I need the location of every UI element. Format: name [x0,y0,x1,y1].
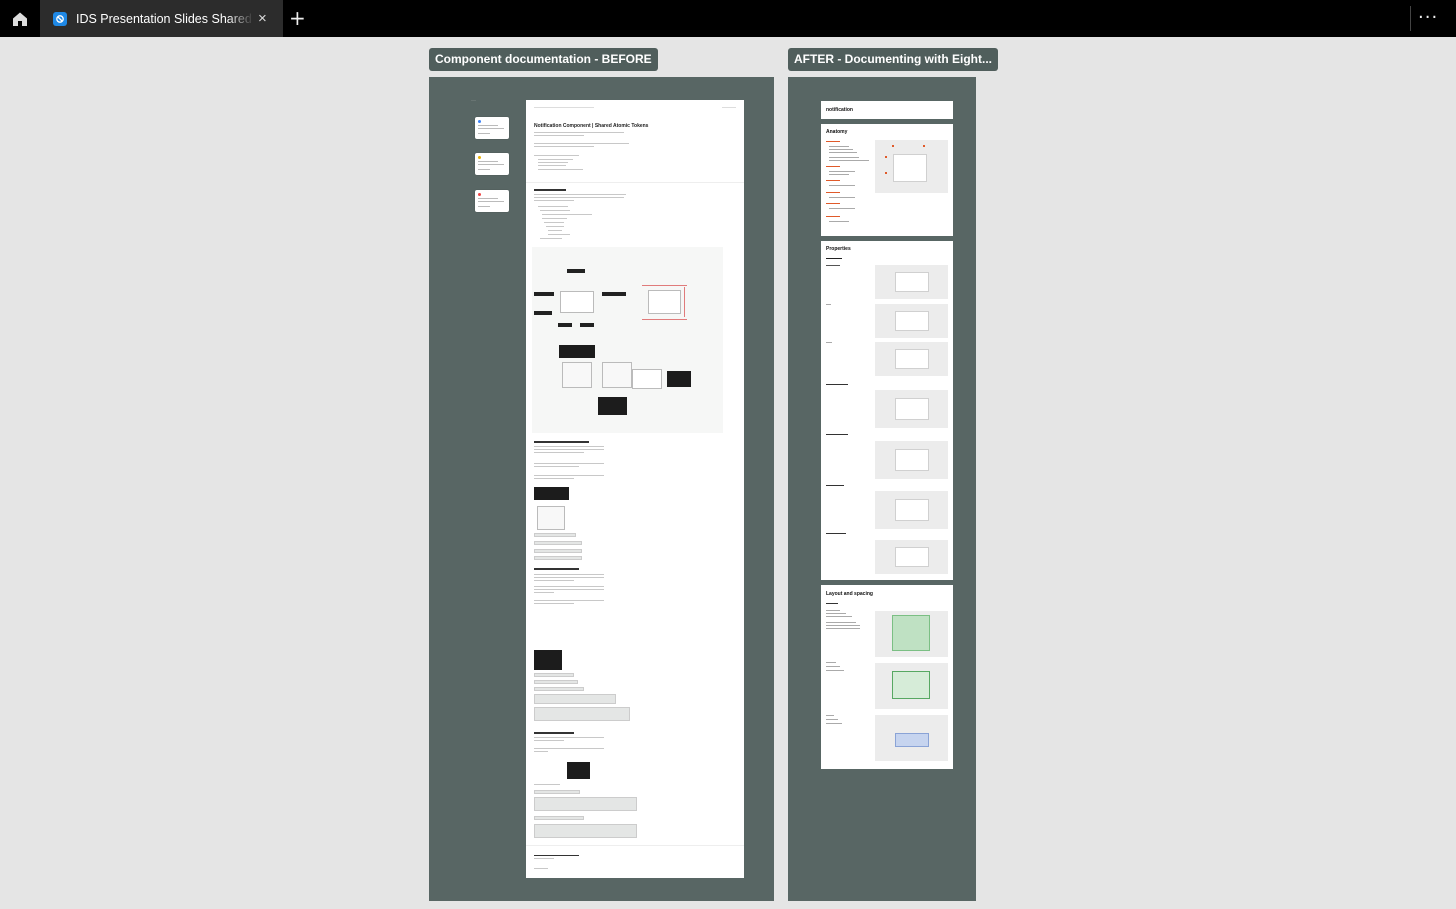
properties-panel[interactable]: Properties [821,241,953,580]
notification-thumbnail [475,190,509,212]
anatomy-diagram [532,247,723,433]
figjam-file-icon [53,11,67,26]
add-tab-button[interactable]: + [289,8,306,28]
page-title: Notification Component | Shared Atomic T… [534,123,649,129]
home-icon [13,12,27,26]
more-menu-button[interactable]: ··· [1418,7,1438,28]
layout-heading: Layout and spacing [826,591,873,597]
frame-mini-label: ····· [471,98,476,102]
close-icon[interactable]: × [258,11,267,26]
header-panel[interactable]: notification [821,101,953,119]
top-bar: IDS Presentation Slides Shared - Ju × + … [0,0,1456,37]
panel-title: notification [826,107,853,113]
tab-title: IDS Presentation Slides Shared - Ju [76,11,254,26]
anatomy-heading: Anatomy [826,129,848,135]
anatomy-panel[interactable]: Anatomy [821,124,953,236]
notification-thumbnail [475,153,509,175]
properties-heading: Properties [826,246,851,252]
documentation-page[interactable]: Notification Component | Shared Atomic T… [526,100,744,878]
after-section-label[interactable]: AFTER - Documenting with Eight... [788,48,998,71]
home-button[interactable] [0,0,40,37]
before-section-label[interactable]: Component documentation - BEFORE [429,48,658,71]
notification-thumbnail [475,117,509,139]
file-tab[interactable]: IDS Presentation Slides Shared - Ju × [40,0,283,37]
divider [1410,6,1411,31]
layout-panel[interactable]: Layout and spacing [821,585,953,769]
anatomy-preview [875,140,948,193]
